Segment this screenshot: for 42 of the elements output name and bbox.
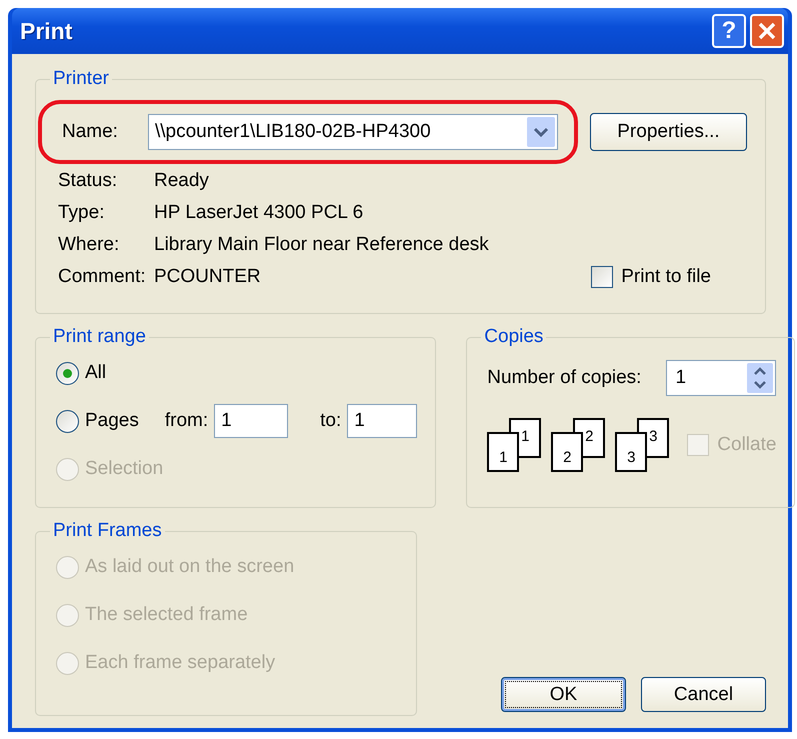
help-button[interactable]: ? [712, 14, 746, 48]
info-label: Where: [58, 234, 120, 256]
info-value: HP LaserJet 4300 PCL 6 [154, 202, 364, 224]
spin-arrows-icon [747, 363, 774, 393]
group-title: Print Frames [52, 520, 163, 542]
copies-spinner[interactable]: 1 [666, 360, 776, 396]
copies-label: Number of copies: [487, 367, 642, 389]
option-label: The selected frame [85, 604, 248, 626]
group-title: Print range [52, 326, 147, 348]
info-value: Library Main Floor near Reference desk [154, 234, 490, 256]
page-icon: 2 [551, 432, 584, 472]
option-label: All [85, 362, 106, 384]
group-title: Printer [52, 68, 110, 90]
radio-button[interactable] [56, 410, 79, 432]
info-label: Status: [58, 170, 118, 192]
properties-button[interactable]: Properties... [590, 113, 747, 151]
page-icon: 1 [487, 432, 520, 472]
to-label: to: [320, 410, 342, 432]
checkbox[interactable] [591, 266, 614, 288]
info-label: Comment: [58, 266, 147, 288]
page-icon: 3 [615, 432, 648, 472]
info-label: Type: [58, 202, 106, 224]
name-label: Name: [62, 121, 118, 143]
info-value: Ready [154, 170, 210, 192]
close-button[interactable] [750, 14, 784, 48]
info-value: PCOUNTER [154, 266, 261, 288]
option-label: As laid out on the screen [85, 556, 294, 578]
option-label: Each frame separately [85, 652, 276, 674]
option-label: Selection [85, 458, 164, 480]
checkbox-label: Print to file [621, 266, 711, 288]
checkbox-label: Collate [717, 434, 776, 456]
group-title: Copies [483, 326, 544, 348]
radio-button[interactable] [56, 362, 79, 384]
dialog-button[interactable]: OK [501, 677, 626, 712]
printer-dropdown[interactable]: \\pcounter1\LIB180-02B-HP4300 [148, 114, 558, 150]
from-field[interactable]: 1 [214, 404, 288, 438]
window-title: Print [20, 18, 74, 44]
dialog-button[interactable]: Cancel [641, 677, 766, 712]
close-icon [757, 21, 777, 41]
from-label: from: [164, 410, 208, 432]
to-field[interactable]: 1 [347, 404, 418, 438]
option-label: Pages [85, 410, 139, 432]
